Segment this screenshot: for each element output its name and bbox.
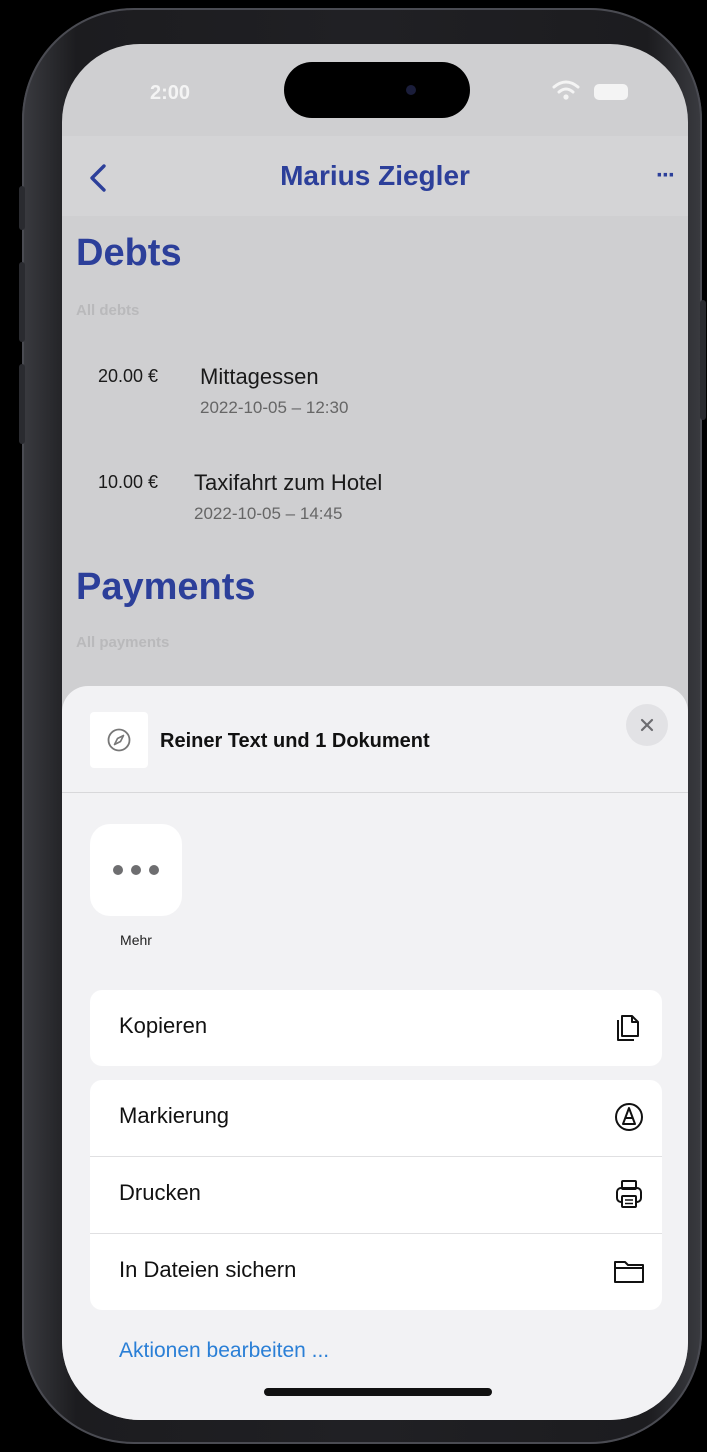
compass-icon [107,728,131,752]
close-button[interactable] [626,704,668,746]
payments-heading: Payments [76,566,256,608]
folder-icon [614,1261,644,1283]
debt-date: 2022-10-05 – 14:45 [194,504,343,523]
action-label: Kopieren [119,1013,208,1038]
more-apps-button[interactable] [90,824,182,916]
ellipsis-icon [113,865,159,875]
home-indicator[interactable] [264,1388,492,1396]
debt-amount: 10.00 € [98,472,159,492]
action-label: Drucken [119,1180,201,1205]
markup-icon [615,1103,643,1131]
dynamic-island [284,62,470,118]
debts-subtitle: All debts [76,302,140,319]
action-markup[interactable]: Markierung [90,1080,662,1156]
status-time: 2:00 [150,82,191,104]
payments-subtitle: All payments [76,634,170,651]
close-icon [640,718,654,732]
action-print[interactable]: Drucken [90,1156,662,1233]
share-sheet-title: Reiner Text und 1 Dokument [160,730,430,752]
camera-dot [406,85,416,95]
printer-icon [616,1180,642,1208]
action-copy[interactable]: Kopieren [90,990,662,1066]
debt-name: Taxifahrt zum Hotel [194,470,383,495]
debt-name: Mittagessen [200,364,319,389]
volume-up-button [19,262,25,342]
share-sheet-header: Reiner Text und 1 Dokument [62,686,688,793]
action-label: Markierung [119,1103,230,1128]
action-save-to-files[interactable]: In Dateien sichern [90,1233,662,1310]
wifi-icon [552,80,580,100]
action-button [19,186,25,230]
page-title: Marius Ziegler [280,160,470,191]
phone-screen: 2:00 Marius Ziegler ··· Debts All debts … [62,44,688,1420]
action-group-main: Markierung Drucken In Dateien sichern [90,1080,662,1310]
document-preview [90,712,148,768]
more-button[interactable]: ··· [656,162,676,190]
power-button [700,300,706,420]
navigation-bar: Marius Ziegler ··· [62,136,688,216]
edit-actions-link[interactable]: Aktionen bearbeiten ... [119,1339,329,1363]
debt-amount: 20.00 € [98,366,159,386]
battery-icon [594,84,628,100]
debt-date: 2022-10-05 – 12:30 [200,398,349,417]
action-group-copy: Kopieren [90,990,662,1066]
action-label: In Dateien sichern [119,1257,297,1282]
volume-down-button [19,364,25,444]
more-apps-label: Mehr [120,932,152,948]
share-sheet: Reiner Text und 1 Dokument Mehr Kopieren [62,686,688,1420]
copy-icon [617,1015,639,1041]
debts-heading: Debts [76,232,182,274]
